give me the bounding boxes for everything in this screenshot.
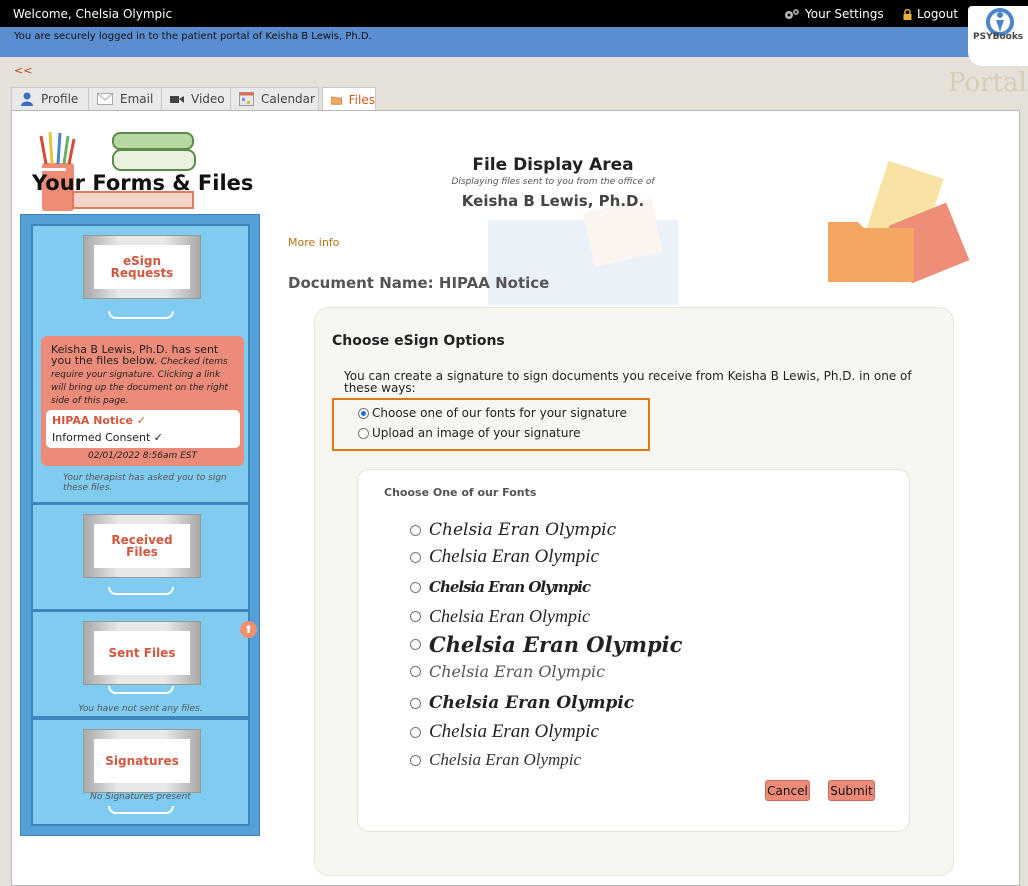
font-radio[interactable] [410,726,421,738]
tab-label: Files [348,92,375,107]
font-option[interactable]: Chelsia Eran Olympic [410,578,591,596]
font-radio[interactable] [410,581,421,593]
tab-calendar[interactable]: Calendar [230,87,319,111]
font-radio[interactable] [410,754,421,766]
tab-label: Video [191,92,225,106]
font-option[interactable]: Chelsia Eran Olympic [410,750,581,770]
signature-preview: Chelsia Eran Olympic [429,662,606,681]
signature-preview: Chelsia Eran Olympic [429,632,683,657]
logout-link[interactable]: Logout [903,7,958,21]
sent-files-button[interactable]: Sent Files [83,621,201,685]
cancel-button[interactable]: Cancel [765,780,810,801]
hook-decoration [108,686,174,694]
logout-label: Logout [917,7,959,21]
hook-decoration [108,587,174,595]
font-radio[interactable] [410,666,421,677]
lock-icon [903,8,912,20]
font-radio[interactable] [410,551,421,563]
tab-video[interactable]: Video [161,87,238,111]
folder-icon [331,96,342,105]
esign-options-title: Choose eSign Options [332,333,505,349]
esign-options-description: You can create a signature to sign docum… [344,369,912,395]
radio-upload-image[interactable] [358,427,369,439]
file-display-subtitle: Displaying files sent to you from the of… [451,177,655,187]
settings-link[interactable]: Your Settings [784,7,884,21]
esign-requests-button[interactable]: eSign Requests [83,235,201,299]
esign-requests-panel: eSign Requests Keisha B Lewis, Ph.D. has… [31,224,250,504]
portal-title: Portal [948,68,1027,98]
font-choice-title: Choose One of our Fonts [384,486,537,499]
font-radio[interactable] [410,639,421,650]
font-option[interactable]: Chelsia Eran Olympic [410,546,599,568]
esign-date: 02/01/2022 8:56am EST [88,451,197,461]
signatures-note: No Signatures present [90,792,191,802]
logo-text: PSYBooks [973,32,1024,42]
option-upload-image[interactable]: Upload an image of your signature [358,426,581,440]
received-files-button[interactable]: Received Files [83,514,201,578]
therapist-name: Keisha B Lewis, Ph.D. [461,192,645,210]
hook-decoration [108,806,174,814]
envelope-icon [97,93,113,105]
tab-label: Email [120,92,154,106]
calendar-icon [239,92,254,106]
sent-files-panel: Sent Files ⬆ You have not sent any files… [31,610,257,718]
more-info-link[interactable]: More info [288,236,339,249]
hook-decoration [108,311,174,319]
tab-email[interactable]: Email [88,87,168,111]
back-link[interactable]: << [14,64,32,77]
signature-preview: Chelsia Eran Olympic [429,693,635,713]
person-icon [21,92,33,106]
file-link-hipaa[interactable]: HIPAA Notice ✓ [52,412,234,429]
option-choose-font[interactable]: Choose one of our fonts for your signatu… [358,406,627,420]
signature-preview: Chelsia Eran Olympic [429,546,599,567]
esign-note: Your therapist has asked you to sign the… [63,473,227,493]
signature-preview: Chelsia Eran Olympic [429,520,617,540]
folders-illustration [828,160,970,284]
tab-label: Profile [41,92,79,106]
file-display-header: File Display Area Displaying files sent … [420,155,686,210]
esign-file-list: HIPAA Notice ✓ Informed Consent ✓ [46,410,240,448]
file-link-informed-consent[interactable]: Informed Consent ✓ [52,429,234,446]
esign-method-group: Choose one of our fonts for your signatu… [332,398,650,451]
signature-preview: Chelsia Eran Olympic [429,606,590,626]
font-option[interactable]: Chelsia Eran Olympic [410,662,605,681]
submit-button[interactable]: Submit [828,780,875,801]
font-option[interactable]: Chelsia Eran Olympic [410,632,682,657]
forms-files-title: Your Forms & Files [32,171,254,195]
received-files-panel: Received Files [31,503,250,611]
tab-label: Calendar [261,92,315,106]
upload-icon[interactable]: ⬆ [240,621,257,638]
signature-preview: Chelsia Eran Olympic [429,721,599,742]
radio-choose-font[interactable] [358,407,369,419]
welcome-text: Welcome, Chelsia Olympic [13,7,173,21]
forms-sidebar: eSign Requests Keisha B Lewis, Ph.D. has… [20,214,260,836]
esign-message-card: Keisha B Lewis, Ph.D. has sent you the f… [41,336,244,466]
tab-files[interactable]: Files [322,87,376,112]
document-name: Document Name: HIPAA Notice [288,274,550,292]
top-bar: Welcome, Chelsia Olympic Your Settings L… [0,0,1028,27]
settings-label: Your Settings [805,7,884,21]
tab-profile[interactable]: Profile [11,87,92,111]
font-option[interactable]: Chelsia Eran Olympic [410,693,634,713]
sent-files-note: You have not sent any files. [78,704,203,714]
font-radio[interactable] [410,524,421,536]
font-radio[interactable] [410,697,421,709]
gear-icon [785,9,799,19]
video-camera-icon [170,95,184,103]
login-banner: You are securely logged in to the patien… [0,27,1000,57]
signature-preview: Chelsia Eran Olympic [429,578,591,596]
signature-preview: Chelsia Eran Olympic [429,750,582,769]
banner-text: You are securely logged in to the patien… [14,31,372,42]
font-option[interactable]: Chelsia Eran Olympic [410,520,616,540]
font-option[interactable]: Chelsia Eran Olympic [410,606,590,627]
signatures-button[interactable]: Signatures [83,729,201,793]
font-option[interactable]: Chelsia Eran Olympic [410,721,599,743]
font-radio[interactable] [410,611,421,622]
file-display-title: File Display Area [472,155,634,175]
signatures-panel: Signatures No Signatures present [31,718,250,826]
